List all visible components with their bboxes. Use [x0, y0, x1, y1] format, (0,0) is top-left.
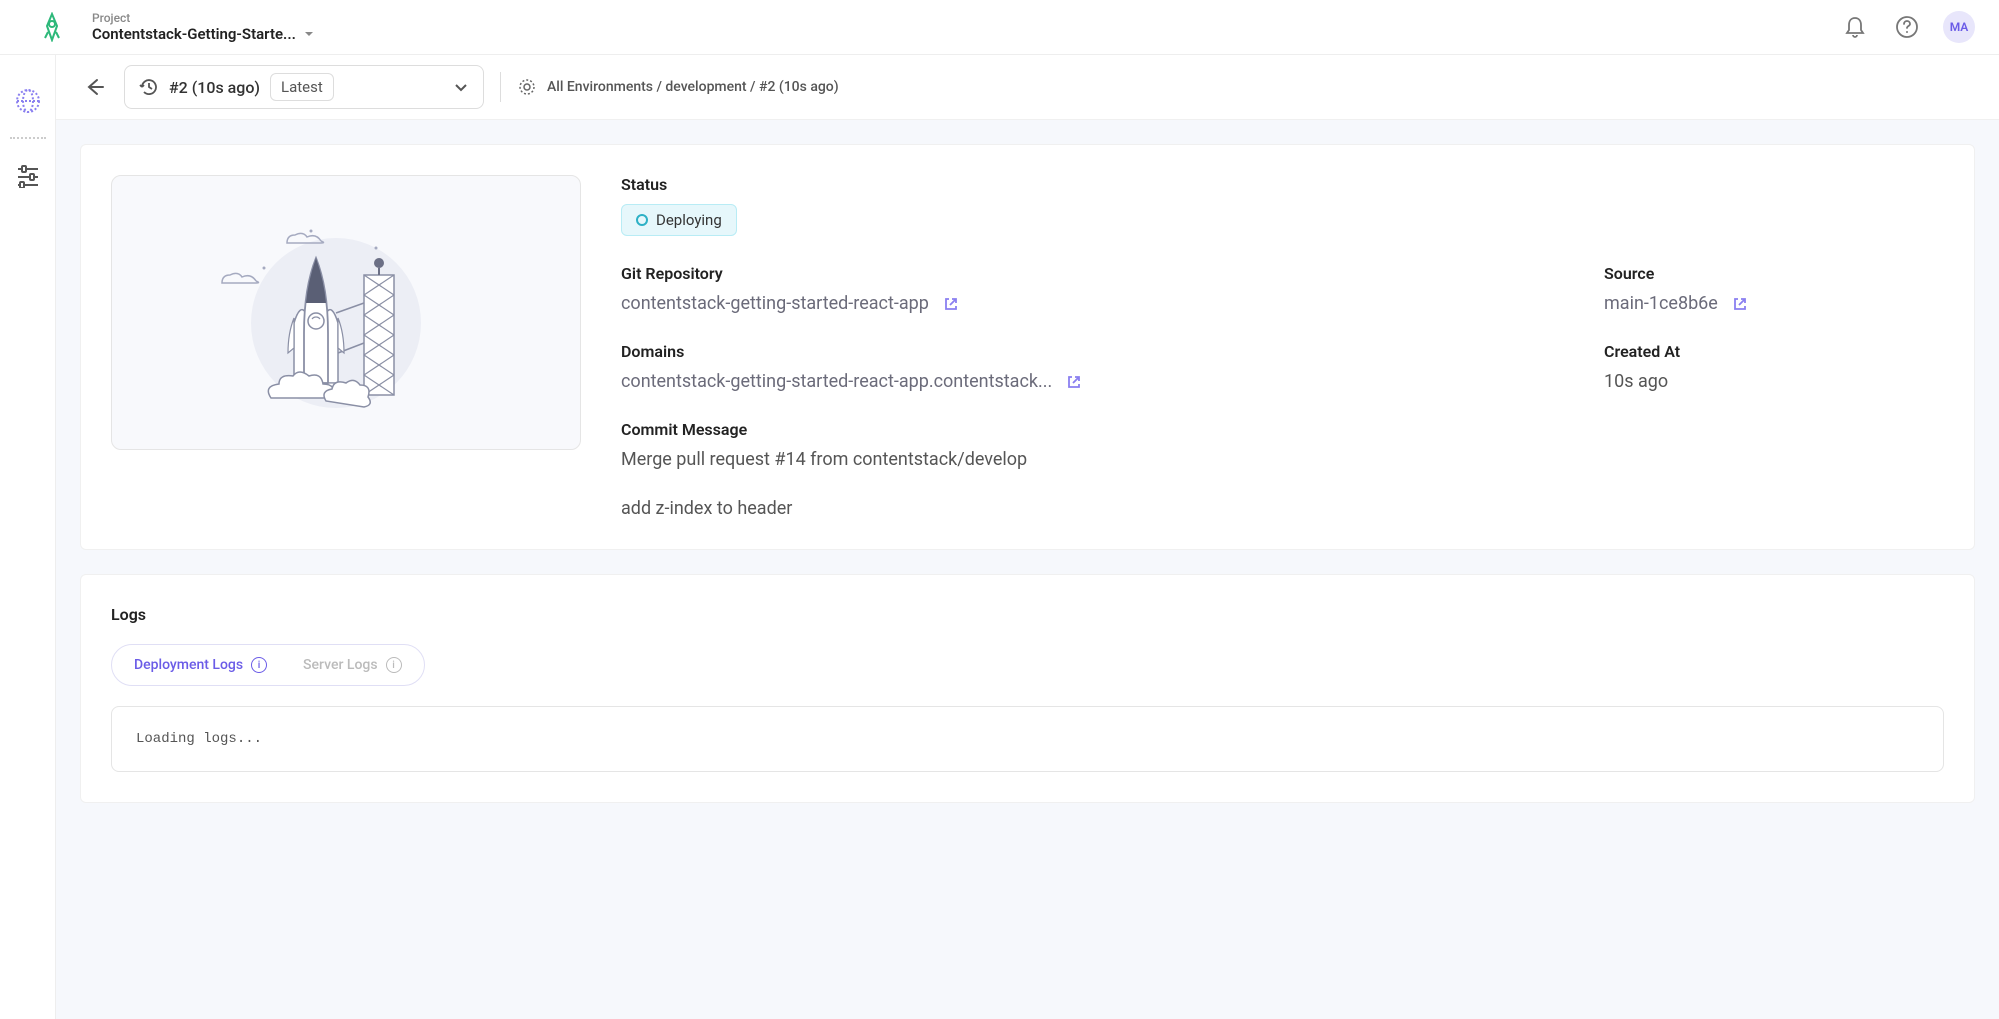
- log-tabs: Deployment Logs i Server Logs i: [111, 644, 425, 686]
- tab-deployment-label: Deployment Logs: [134, 657, 243, 673]
- commit-label: Commit Message: [621, 420, 1944, 439]
- main-area: #2 (10s ago) Latest All Environments / d…: [56, 55, 1999, 1019]
- domains-link[interactable]: [1066, 374, 1082, 390]
- history-icon: [139, 77, 159, 97]
- logs-output: Loading logs...: [111, 706, 1944, 772]
- status-value: Deploying: [656, 211, 722, 229]
- status-circle-icon: [636, 214, 648, 226]
- project-label: Project: [92, 11, 1839, 25]
- domains-label: Domains: [621, 342, 1564, 361]
- deployment-preview: [111, 175, 581, 450]
- globe-icon: [14, 87, 42, 115]
- tab-server-label: Server Logs: [303, 657, 377, 673]
- deployment-name: #2 (10s ago): [169, 78, 260, 97]
- git-repo-label: Git Repository: [621, 264, 1564, 283]
- domains-value: contentstack-getting-started-react-app.c…: [621, 371, 1052, 392]
- avatar[interactable]: MA: [1943, 11, 1975, 43]
- latest-badge: Latest: [270, 73, 334, 101]
- logs-card: Logs Deployment Logs i Server Logs i Loa…: [80, 574, 1975, 803]
- rocket-illustration: [216, 203, 476, 423]
- content-area: Status Deploying Git Repository contents…: [56, 120, 1999, 1019]
- tab-deployment-logs[interactable]: Deployment Logs i: [116, 649, 285, 681]
- target-icon: [517, 77, 537, 97]
- left-sidebar: [0, 55, 56, 1019]
- chevron-down-icon: [453, 79, 469, 95]
- sliders-icon: [15, 162, 41, 188]
- source-label: Source: [1604, 264, 1944, 283]
- project-name: Contentstack-Getting-Starte...: [92, 25, 296, 43]
- git-repo-link[interactable]: [943, 296, 959, 312]
- arrow-left-icon: [83, 76, 105, 98]
- external-link-icon: [943, 296, 959, 312]
- external-link-icon: [1066, 374, 1082, 390]
- deployment-selector[interactable]: #2 (10s ago) Latest: [124, 65, 484, 109]
- status-label: Status: [621, 175, 1944, 194]
- caret-down-icon: [304, 29, 314, 39]
- help-button[interactable]: [1891, 11, 1923, 43]
- sidebar-divider: [10, 137, 46, 139]
- deployment-details-card: Status Deploying Git Repository contents…: [80, 144, 1975, 550]
- help-icon: [1895, 15, 1919, 39]
- source-value: main-1ce8b6e: [1604, 293, 1718, 314]
- tab-server-logs[interactable]: Server Logs i: [285, 649, 419, 681]
- top-header: Project Contentstack-Getting-Starte... M…: [0, 0, 1999, 55]
- external-link-icon: [1732, 296, 1748, 312]
- notifications-button[interactable]: [1839, 11, 1871, 43]
- status-badge: Deploying: [621, 204, 737, 236]
- git-repo-value: contentstack-getting-started-react-app: [621, 293, 929, 314]
- rocket-icon: [39, 12, 65, 42]
- sidebar-item-settings[interactable]: [12, 159, 44, 191]
- created-at-value: 10s ago: [1604, 371, 1944, 392]
- divider: [500, 72, 501, 102]
- info-icon: i: [251, 657, 267, 673]
- breadcrumb-text: All Environments / development / #2 (10s…: [547, 79, 839, 95]
- app-logo[interactable]: [24, 12, 80, 42]
- breadcrumb: All Environments / development / #2 (10s…: [517, 77, 839, 97]
- bell-icon: [1843, 15, 1867, 39]
- commit-value: Merge pull request #14 from contentstack…: [621, 449, 1944, 470]
- project-selector[interactable]: Contentstack-Getting-Starte...: [92, 25, 1839, 43]
- logs-title: Logs: [111, 605, 1944, 624]
- sub-header: #2 (10s ago) Latest All Environments / d…: [56, 55, 1999, 120]
- created-at-label: Created At: [1604, 342, 1944, 361]
- commit-extra: add z-index to header: [621, 498, 1944, 519]
- sidebar-item-environments[interactable]: [12, 85, 44, 117]
- info-icon: i: [386, 657, 402, 673]
- source-link[interactable]: [1732, 296, 1748, 312]
- back-button[interactable]: [80, 73, 108, 101]
